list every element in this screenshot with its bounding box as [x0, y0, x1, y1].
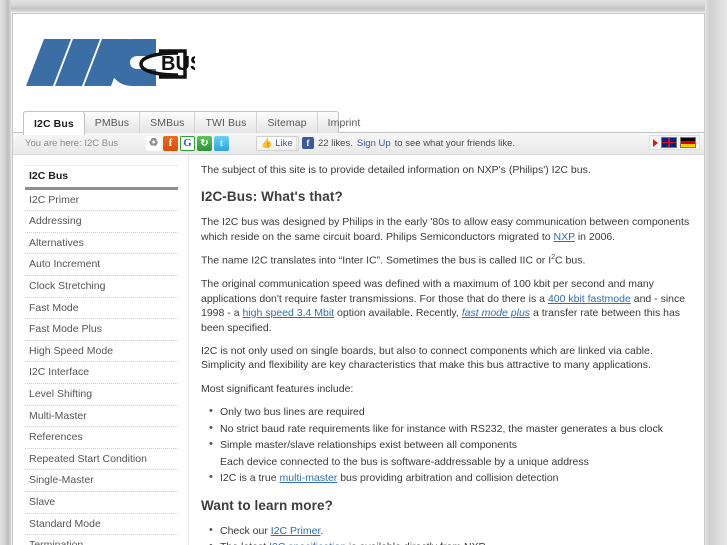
- feature-list: Only two bus lines are requiredNo strict…: [201, 404, 690, 486]
- link-nxp[interactable]: NXP: [554, 231, 575, 243]
- list-item: No strict baud rate requirements like fo…: [209, 421, 690, 437]
- sidebar-item-addressing[interactable]: Addressing: [25, 211, 178, 233]
- facebook-likes-status: f 22 likes. Sign Up to see what your fri…: [302, 137, 515, 149]
- twitter-icon[interactable]: t: [214, 136, 229, 151]
- list-item: I2C is a true multi-master bus providing…: [209, 470, 690, 486]
- list-item: Only two bus lines are required: [209, 404, 690, 420]
- tab-list: I2C Bus PMBus SMBus TWI Bus Sitemap Imprint: [23, 111, 360, 135]
- frame-edge-right: [705, 0, 727, 545]
- sidebar-item-slave[interactable]: Slave: [25, 492, 178, 514]
- language-switcher: [649, 135, 700, 150]
- feature-multimaster-a: I2C is a true: [220, 472, 280, 485]
- sidebar-item-single-master[interactable]: Single-Master: [25, 470, 178, 492]
- breadcrumb-social-bar: You are here: I2C Bus ♻ f G ↻ t 👍 Like f 22 …: [13, 133, 704, 155]
- feature-multimaster-b: bus providing arbitration and collision …: [337, 472, 559, 485]
- facebook-signup-link[interactable]: Sign Up: [357, 138, 391, 149]
- sidebar-item-clock-stretching[interactable]: Clock Stretching: [25, 276, 178, 298]
- tab-i2c-bus[interactable]: I2C Bus: [23, 111, 85, 135]
- site-logo[interactable]: BUS: [25, 34, 195, 92]
- learn-1-b: .: [320, 524, 324, 537]
- google-bookmark-icon[interactable]: G: [180, 136, 195, 151]
- tab-twi-bus[interactable]: TWI Bus: [195, 112, 258, 133]
- browser-page-frame: BUS I2C BusPMBusSMBusTWI BusSitemapImpri…: [0, 0, 727, 545]
- share-icon-group: ♻ f G ↻ t: [146, 136, 229, 151]
- sidebar-item-i2c-bus[interactable]: I2C Bus: [25, 165, 178, 190]
- sidebar-navigation: I2C Bus I2C Primer Addressing Alternatives A…: [13, 155, 189, 545]
- link-multi-master[interactable]: multi-master: [280, 472, 338, 484]
- flag-de[interactable]: [680, 137, 696, 148]
- site-header: BUS: [13, 14, 704, 111]
- learn-1-a: Check our: [220, 524, 271, 537]
- heading-learn-more: Want to learn more?: [201, 497, 333, 513]
- list-item: Simple master/slave relationships exist …: [209, 437, 690, 453]
- tab-imprint[interactable]: Imprint: [318, 112, 371, 133]
- list-item: The latest I2C specification is availabl…: [209, 539, 690, 545]
- paragraph-name-b: C bus.: [555, 254, 586, 267]
- thumbs-up-icon: 👍: [261, 138, 273, 148]
- link-fast-mode-plus[interactable]: fast mode plus: [462, 307, 530, 319]
- link-i2c-primer[interactable]: I2C Primer: [271, 525, 321, 537]
- sidebar-item-references[interactable]: References: [25, 427, 178, 449]
- sidebar-item-repeated-start-condition[interactable]: Repeated Start Condition: [25, 449, 178, 471]
- intro-paragraph: The subject of this site is to provide d…: [201, 164, 591, 176]
- sidebar-item-list: I2C Bus I2C Primer Addressing Alternatives A…: [13, 165, 188, 545]
- sidebar-item-i2c-interface[interactable]: I2C Interface: [25, 362, 178, 384]
- frame-edge-left: [0, 0, 11, 545]
- sidebar-item-auto-increment[interactable]: Auto Increment: [25, 254, 178, 276]
- sidebar-item-termination[interactable]: Termination: [25, 535, 178, 545]
- like-button-label: Like: [275, 138, 293, 149]
- facebook-like-button[interactable]: 👍 Like: [256, 136, 299, 151]
- breadcrumb: You are here: I2C Bus: [25, 138, 119, 149]
- frame-edge-top: [0, 0, 727, 12]
- flag-uk[interactable]: [661, 137, 677, 148]
- paragraph-history: The I2C bus was designed by Philips in t…: [201, 215, 690, 244]
- likes-count-text: 22 likes.: [318, 137, 353, 149]
- paragraph-usage: I2C is not only used on single boards, b…: [201, 345, 653, 372]
- paragraph-features-lead: Most significant features include:: [201, 382, 354, 395]
- facebook-share-icon[interactable]: f: [163, 136, 178, 151]
- social-divider: [296, 136, 297, 152]
- stumbleupon-icon[interactable]: ↻: [197, 136, 212, 151]
- paragraph-name: The name I2C translates into “Inter IC”.…: [201, 253, 690, 268]
- sidebar-item-standard-mode[interactable]: Standard Mode: [25, 514, 178, 536]
- paragraph-name-a: The name I2C translates into “Inter IC”.…: [201, 254, 552, 267]
- paragraph-speed: The original communication speed was def…: [201, 277, 690, 335]
- primary-tabbar: I2C Bus PMBus SMBus TWI Bus Sitemap Imprint: [13, 111, 704, 135]
- logo-bus-text: BUS: [161, 53, 195, 75]
- main-content: The subject of this site is to provide d…: [189, 155, 704, 545]
- tab-smbus[interactable]: SMBus: [140, 112, 196, 133]
- paragraph-history-a: The I2C bus was designed by Philips in t…: [201, 216, 690, 243]
- heading-whats-that: I2C-Bus: What's that?: [201, 189, 343, 205]
- arrow-right-icon: [653, 138, 658, 147]
- page-body: I2C Bus I2C Primer Addressing Alternatives A…: [13, 155, 704, 545]
- learn-more-list: Check our I2C Primer. The latest I2C spe…: [201, 522, 690, 545]
- paragraph-speed-c: option available. Recently,: [334, 307, 462, 320]
- sidebar-item-alternatives[interactable]: Alternatives: [25, 233, 178, 255]
- share-icon[interactable]: ♻: [146, 136, 161, 151]
- learn-2-b: is available directly from NXP.: [346, 541, 487, 545]
- list-item: Check our I2C Primer.: [209, 522, 690, 538]
- likes-tail-text: to see what your friends like.: [394, 137, 516, 149]
- tab-pmbus[interactable]: PMBus: [85, 112, 141, 133]
- paragraph-history-b: in 2006.: [574, 230, 616, 243]
- link-high-speed[interactable]: high speed 3.4 Mbit: [242, 307, 334, 319]
- facebook-icon: f: [302, 137, 314, 149]
- tab-sitemap[interactable]: Sitemap: [257, 112, 318, 133]
- link-i2c-specification[interactable]: I2C specification: [269, 541, 346, 545]
- page-content-sheet: BUS I2C BusPMBusSMBusTWI BusSitemapImpri…: [12, 13, 705, 545]
- sidebar-item-i2c-primer[interactable]: I2C Primer: [25, 190, 178, 212]
- list-item: Each device connected to the bus is soft…: [220, 455, 589, 468]
- sidebar-item-multi-master[interactable]: Multi-Master: [25, 406, 178, 428]
- sidebar-item-fast-mode-plus[interactable]: Fast Mode Plus: [25, 319, 178, 341]
- sidebar-item-high-speed-mode[interactable]: High Speed Mode: [25, 341, 178, 363]
- link-fastmode[interactable]: 400 kbit fastmode: [548, 293, 631, 305]
- sidebar-item-level-shifting[interactable]: Level Shifting: [25, 384, 178, 406]
- learn-2-a: The latest: [220, 541, 269, 545]
- sidebar-item-fast-mode[interactable]: Fast Mode: [25, 298, 178, 320]
